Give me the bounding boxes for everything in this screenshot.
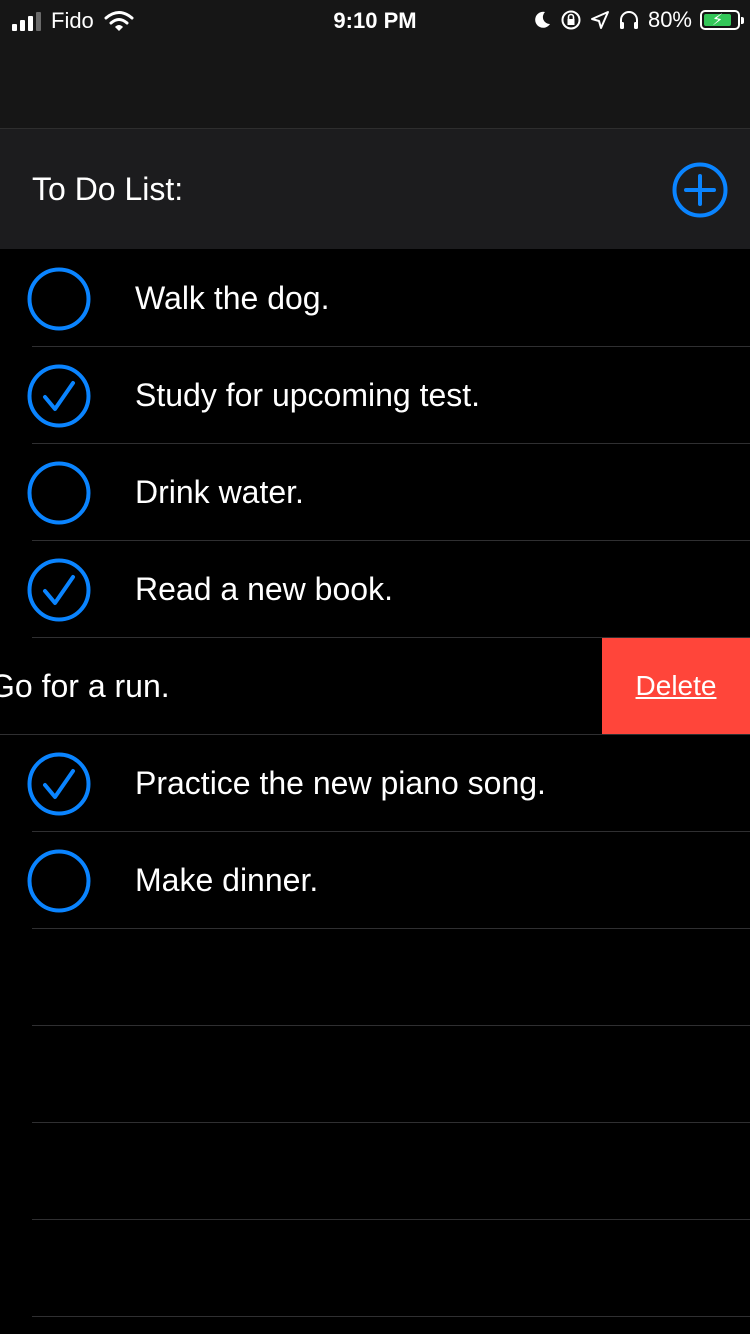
unchecked-circle-icon[interactable] [27,267,91,331]
delete-button[interactable]: Delete [602,638,750,734]
todo-row[interactable]: Practice the new piano song. [0,735,750,832]
add-todo-button[interactable] [672,162,728,218]
todo-text: Make dinner. [135,862,319,898]
empty-row [0,1220,750,1317]
todo-list: Walk the dog. Study for upcoming test. D… [0,250,750,1317]
todo-text: Go for a run. [0,668,170,704]
empty-row [0,1123,750,1220]
unchecked-circle-icon[interactable] [27,849,91,913]
rotation-lock-icon [561,10,581,30]
battery-percent: 80% [647,7,692,32]
todo-row[interactable]: Read a new book. [0,541,750,638]
page-title: To Do List: [32,171,184,207]
location-icon [590,11,609,29]
checkmark-circle-icon[interactable] [27,558,91,622]
todo-row[interactable]: Walk the dog. [0,250,750,347]
checkmark-circle-icon[interactable] [27,752,91,816]
status-right: 80% ⚡ [532,6,744,34]
empty-row [0,929,750,1026]
todo-row[interactable]: Drink water. [0,444,750,541]
todo-text: Study for upcoming test. [135,377,481,413]
status-bar: Fido 9:10 PM 80% ⚡ [0,0,750,40]
navigation-bar [0,40,750,129]
checkmark-circle-icon[interactable] [27,364,91,428]
todo-row[interactable]: Study for upcoming test. [0,347,750,444]
todo-text: Practice the new piano song. [135,765,546,801]
headphones-icon [619,11,638,29]
todo-text: Drink water. [135,474,304,510]
todo-text: Read a new book. [135,571,393,607]
row-divider [32,1316,750,1317]
battery-charging-icon: ⚡ [700,10,744,30]
moon-icon [535,11,550,28]
unchecked-circle-icon[interactable] [27,461,91,525]
todo-text: Walk the dog. [135,280,330,316]
list-header: To Do List: [0,129,750,249]
empty-row [0,1026,750,1123]
todo-row[interactable]: Make dinner. [0,832,750,929]
todo-row-swiped[interactable]: Go for a run. Delete [0,638,750,735]
